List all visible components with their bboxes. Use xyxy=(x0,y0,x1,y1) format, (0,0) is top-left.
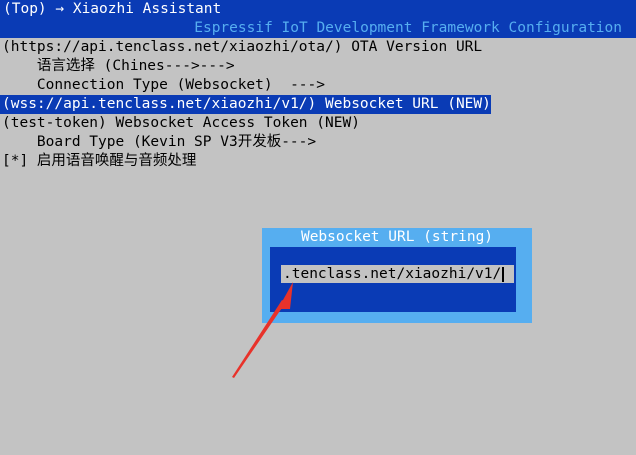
menu-item-websocket-url[interactable]: (wss://api.tenclass.net/xiaozhi/v1/) Web… xyxy=(0,95,491,114)
menu-item-ota-url[interactable]: (https://api.tenclass.net/xiaozhi/ota/) … xyxy=(2,38,482,57)
framework-title-bar: Espressif IoT Development Framework Conf… xyxy=(0,19,636,38)
input-value-text: .tenclass.net/xiaozhi/v1/ xyxy=(283,266,502,282)
menu-item-voice-wakeup[interactable]: [*] 启用语音唤醒与音频处理 xyxy=(2,152,196,171)
websocket-url-input[interactable]: .tenclass.net/xiaozhi/v1/ xyxy=(281,265,514,283)
menu-item-language[interactable]: 语言选择 (Chines--->---> xyxy=(2,57,235,76)
menu-item-board-type[interactable]: Board Type (Kevin SP V3开发板---> xyxy=(2,133,316,152)
menu-item-access-token[interactable]: (test-token) Websocket Access Token (NEW… xyxy=(2,114,360,133)
text-cursor xyxy=(502,266,505,282)
string-input-dialog: Websocket URL (string) .tenclass.net/xia… xyxy=(262,228,532,323)
dialog-title: Websocket URL (string) xyxy=(300,229,494,245)
menu-item-connection-type[interactable]: Connection Type (Websocket) ---> xyxy=(2,76,325,95)
breadcrumb-bar: (Top) → Xiaozhi Assistant xyxy=(0,0,636,19)
dialog-body: .tenclass.net/xiaozhi/v1/ xyxy=(270,247,516,312)
